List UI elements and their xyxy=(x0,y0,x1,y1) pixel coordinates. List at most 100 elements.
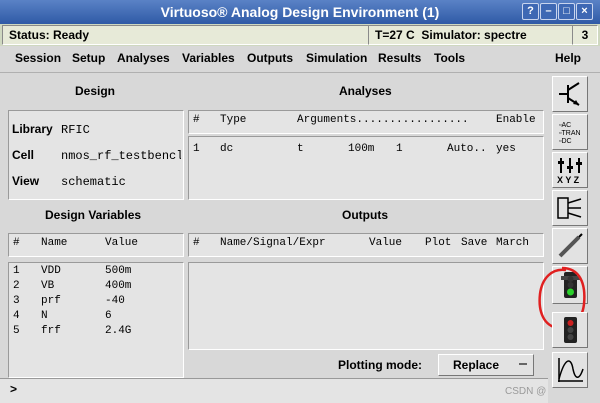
var-num: 5 xyxy=(13,325,20,337)
library-label: Library xyxy=(12,122,53,136)
plotting-mode-select[interactable]: Replace xyxy=(438,354,534,376)
status-text: Status: Ready xyxy=(2,25,370,45)
col-analysis-enable: Enable xyxy=(496,114,536,126)
analysis-num: 1 xyxy=(193,143,200,155)
cell-value: nmos_rf_testbencl xyxy=(61,149,181,163)
outputs-icon xyxy=(557,197,582,219)
side-toolbar: ▫AC ▫TRAN ▫DC X Y Z xyxy=(538,72,588,402)
col-analysis-type: Type xyxy=(220,114,247,126)
var-num: 1 xyxy=(13,265,20,277)
var-value: 400m xyxy=(105,280,132,292)
list-item[interactable]: 3 prf -40 xyxy=(9,295,183,309)
svg-text:▫DC: ▫DC xyxy=(559,138,572,145)
var-name: N xyxy=(41,310,48,322)
var-name: frf xyxy=(41,325,61,337)
outputs-setup-button[interactable] xyxy=(552,190,588,226)
session-number: 3 xyxy=(572,25,598,45)
design-header: Design xyxy=(75,84,116,98)
plotting-mode-value: Replace xyxy=(453,358,500,372)
analysis-icon: ▫AC ▫TRAN ▫DC xyxy=(559,122,581,145)
design-variables-list[interactable]: 1 VDD 500m 2 VB 400m 3 prf -40 4 N 6 5 f… xyxy=(8,262,184,378)
design-panel: Library RFIC Cell nmos_rf_testbencl View… xyxy=(8,110,184,200)
var-value: 500m xyxy=(105,265,132,277)
analyses-header: Analyses xyxy=(339,84,392,98)
col-var-num: # xyxy=(13,237,20,249)
analysis-arg: t xyxy=(297,143,304,155)
choose-design-button[interactable] xyxy=(552,76,588,112)
list-item[interactable]: 2 VB 400m xyxy=(9,280,183,294)
window-title: Virtuoso® Analog Design Environment (1) xyxy=(160,4,440,20)
view-value: schematic xyxy=(61,175,126,189)
col-output-plot: Plot xyxy=(425,237,452,249)
help-window-button[interactable]: ? xyxy=(522,3,539,20)
cell-label: Cell xyxy=(12,148,35,162)
temperature-value: T=27 C xyxy=(375,28,415,42)
pencil-icon xyxy=(558,233,583,258)
col-output-value: Value xyxy=(369,237,403,249)
var-value: 6 xyxy=(105,310,112,322)
menu-results[interactable]: Results xyxy=(378,51,421,65)
simulator-name: Simulator: spectre xyxy=(421,28,527,42)
var-num: 4 xyxy=(13,310,20,322)
library-value: RFIC xyxy=(61,123,90,137)
menu-setup[interactable]: Setup xyxy=(72,51,105,65)
edit-variables-button[interactable]: X Y Z xyxy=(552,152,588,188)
variables-column-header: # Name Value xyxy=(8,233,184,257)
csdn-watermark: CSDN @ xyxy=(505,386,547,397)
menu-variables[interactable]: Variables xyxy=(182,51,235,65)
col-analysis-num: # xyxy=(193,114,200,126)
outputs-column-header: # Name/Signal/Expr Value Plot Save March xyxy=(188,233,544,257)
col-output-march: March xyxy=(496,237,530,249)
list-item[interactable]: 1 VDD 500m xyxy=(9,265,183,279)
command-prompt-bar[interactable]: > xyxy=(0,378,548,403)
analysis-type: dc xyxy=(220,143,234,155)
analysis-choose-button[interactable]: ▫AC ▫TRAN ▫DC xyxy=(552,114,588,150)
analysis-arg: Auto.. xyxy=(447,143,487,155)
command-prompt: > xyxy=(10,382,18,396)
analyses-list[interactable]: 1 dc t 100m 1 Auto.. yes xyxy=(188,136,544,200)
col-output-num: # xyxy=(193,237,200,249)
plot-outputs-button[interactable] xyxy=(552,352,588,388)
var-name: VB xyxy=(41,280,55,292)
col-var-name: Name xyxy=(41,237,68,249)
maximize-window-button[interactable]: □ xyxy=(558,3,575,20)
transistor-icon xyxy=(559,82,580,106)
col-output-save: Save xyxy=(461,237,488,249)
col-analysis-arguments: Arguments................. xyxy=(297,114,469,126)
menu-tools[interactable]: Tools xyxy=(434,51,465,65)
list-item[interactable]: 4 N 6 xyxy=(9,310,183,324)
view-label: View xyxy=(12,174,40,188)
netlist-button[interactable] xyxy=(552,228,588,264)
simulator-status: T=27 C Simulator: spectre xyxy=(368,25,576,45)
variables-icon: X Y Z xyxy=(557,158,582,185)
analyses-column-header: # Type Arguments................. Enable xyxy=(188,110,544,134)
minimize-window-button[interactable]: – xyxy=(540,3,557,20)
var-name: prf xyxy=(41,295,61,307)
menu-analyses[interactable]: Analyses xyxy=(117,51,170,65)
close-window-button[interactable]: × xyxy=(576,3,593,20)
outputs-header: Outputs xyxy=(342,208,388,222)
analysis-enable: yes xyxy=(496,143,516,155)
window-title-bar: Virtuoso® Analog Design Environment (1) … xyxy=(0,0,600,24)
var-num: 2 xyxy=(13,280,20,292)
menu-session[interactable]: Session xyxy=(15,51,61,65)
menu-simulation[interactable]: Simulation xyxy=(306,51,367,65)
outputs-list[interactable] xyxy=(188,262,544,350)
chevron-down-icon xyxy=(519,363,527,365)
var-name: VDD xyxy=(41,265,61,277)
var-num: 3 xyxy=(13,295,20,307)
svg-text:▫AC: ▫AC xyxy=(559,122,571,129)
list-item[interactable]: 5 frf 2.4G xyxy=(9,325,183,339)
menu-help[interactable]: Help xyxy=(555,51,581,65)
menu-bar: Session Setup Analyses Variables Outputs… xyxy=(0,46,600,73)
col-var-value: Value xyxy=(105,237,139,249)
stop-simulation-button[interactable] xyxy=(552,312,588,348)
waveform-icon xyxy=(558,358,584,382)
menu-outputs[interactable]: Outputs xyxy=(247,51,293,65)
table-row[interactable]: 1 dc t 100m 1 Auto.. yes xyxy=(189,141,543,157)
plotting-mode-label: Plotting mode: xyxy=(338,358,422,372)
var-value: -40 xyxy=(105,295,125,307)
svg-text:X Y Z: X Y Z xyxy=(557,175,580,185)
var-value: 2.4G xyxy=(105,325,132,337)
design-variables-header: Design Variables xyxy=(45,208,142,222)
